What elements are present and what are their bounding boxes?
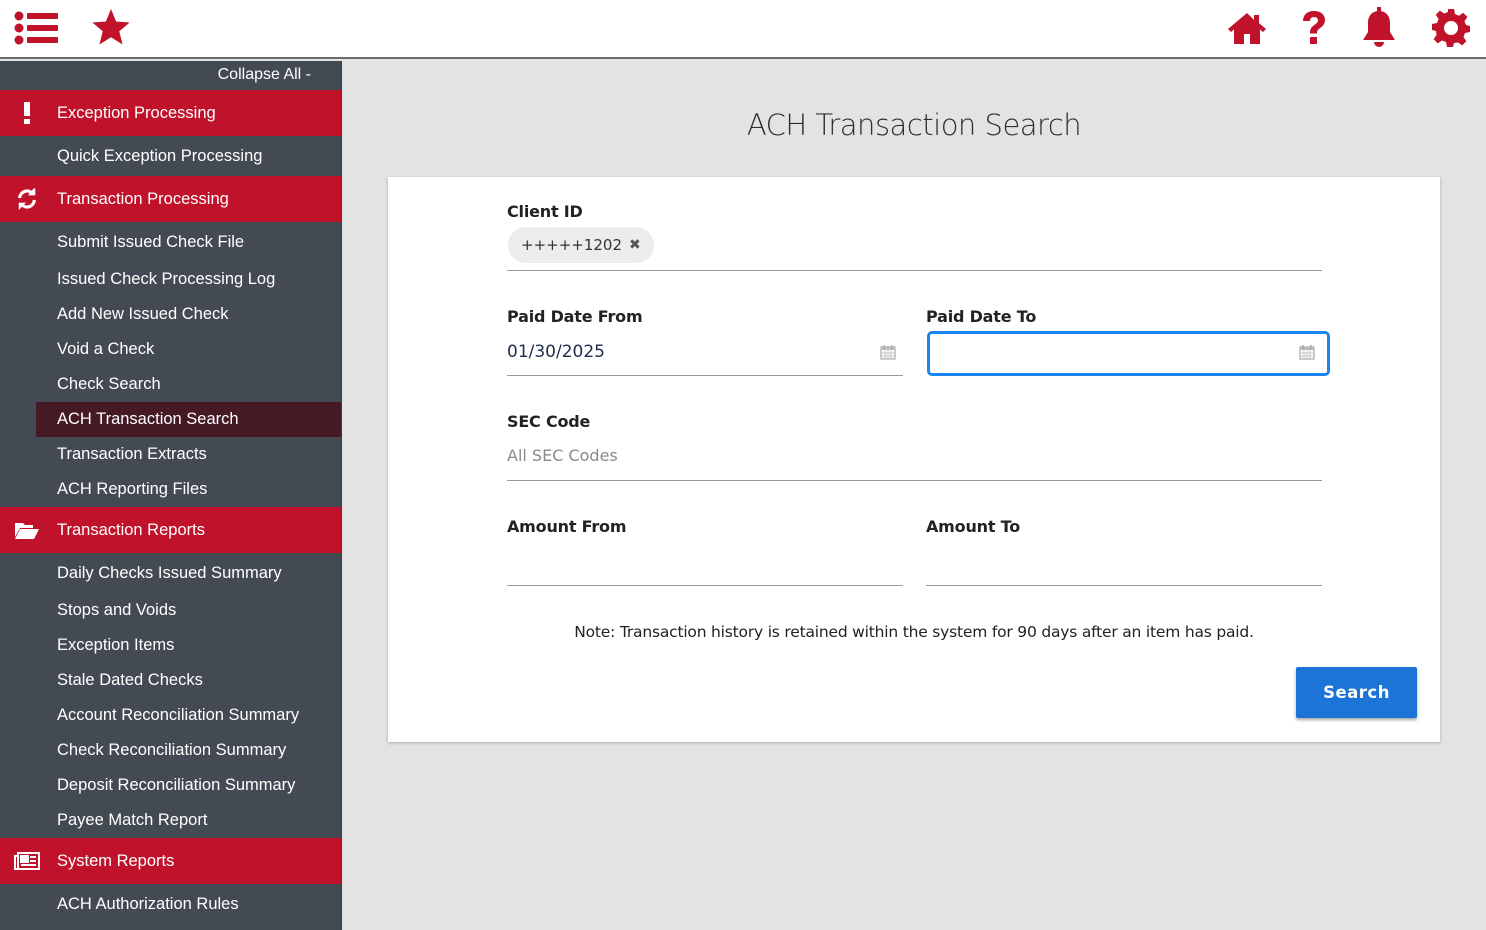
- client-id-chip-text: +++++1202: [521, 236, 623, 254]
- client-id-chip: +++++1202 ✖: [508, 227, 654, 263]
- paid-date-from-value: 01/30/2025: [507, 342, 605, 362]
- exclamation-icon: [14, 101, 40, 125]
- sidebar-item-add-new-issued-check[interactable]: Add New Issued Check: [0, 297, 341, 332]
- sidebar-item-payee-match-report[interactable]: Payee Match Report: [0, 803, 341, 838]
- sidebar-item-transaction-extracts[interactable]: Transaction Extracts: [0, 437, 341, 472]
- sidebar-section-label: Transaction Reports: [57, 520, 205, 539]
- sidebar-item-issued-check-processing-log[interactable]: Issued Check Processing Log: [0, 262, 341, 297]
- sidebar-item-daily-checks-issued-summary[interactable]: Daily Checks Issued Summary: [0, 553, 341, 593]
- sidebar-item-exception-items[interactable]: Exception Items: [0, 628, 341, 663]
- newspaper-icon: [14, 849, 40, 873]
- paid-date-to-input[interactable]: [927, 331, 1330, 376]
- sidebar-item-ach-transaction-search[interactable]: ACH Transaction Search: [36, 402, 341, 437]
- sidebar-section-label: Exception Processing: [57, 103, 216, 122]
- paid-date-from-label: Paid Date From: [507, 307, 643, 326]
- sidebar-item-check-search[interactable]: Check Search: [0, 367, 341, 402]
- retention-note: Note: Transaction history is retained wi…: [574, 623, 1254, 641]
- menu-list-icon[interactable]: [14, 8, 58, 48]
- sidebar-section-transaction-reports[interactable]: Transaction Reports: [0, 507, 341, 553]
- amount-from-input[interactable]: [507, 542, 903, 586]
- amount-to-label: Amount To: [926, 517, 1021, 536]
- page-title: ACH Transaction Search: [746, 108, 1082, 142]
- sidebar-item-check-reconciliation-summary[interactable]: Check Reconciliation Summary: [0, 733, 341, 768]
- sidebar-section-label: System Reports: [57, 851, 175, 870]
- sec-code-placeholder: All SEC Codes: [507, 446, 618, 465]
- star-icon[interactable]: [89, 8, 133, 48]
- sidebar-item-account-reconciliation-summary[interactable]: Account Reconciliation Summary: [0, 698, 341, 733]
- sidebar: Collapse All - Exception Processing Quic…: [0, 61, 342, 930]
- client-id-label: Client ID: [507, 202, 583, 221]
- sidebar-section-system-reports[interactable]: System Reports: [0, 838, 341, 884]
- search-button[interactable]: Search: [1296, 667, 1417, 718]
- calendar-icon[interactable]: [880, 344, 896, 360]
- gear-icon[interactable]: [1429, 8, 1473, 48]
- sidebar-item-ach-reporting-files[interactable]: ACH Reporting Files: [0, 472, 341, 507]
- folder-open-icon: [14, 518, 40, 542]
- sidebar-item-stale-dated-checks[interactable]: Stale Dated Checks: [0, 663, 341, 698]
- sidebar-item-ach-authorization-rules[interactable]: ACH Authorization Rules: [0, 884, 341, 924]
- sec-code-label: SEC Code: [507, 412, 591, 431]
- bell-icon[interactable]: [1357, 7, 1401, 48]
- sidebar-item-deposit-reconciliation-summary[interactable]: Deposit Reconciliation Summary: [0, 768, 341, 803]
- help-icon[interactable]: [1292, 8, 1336, 48]
- refresh-icon: [14, 187, 40, 211]
- amount-from-label: Amount From: [507, 517, 627, 536]
- sec-code-select[interactable]: [507, 437, 1322, 481]
- calendar-icon[interactable]: [1299, 344, 1315, 360]
- sidebar-item-submit-issued-check-file[interactable]: Submit Issued Check File: [0, 222, 341, 262]
- collapse-all-link[interactable]: Collapse All -: [0, 61, 341, 90]
- top-bar: [0, 0, 1486, 59]
- home-icon[interactable]: [1225, 8, 1269, 48]
- sidebar-section-transaction-processing[interactable]: Transaction Processing: [0, 176, 341, 222]
- sidebar-item-void-a-check[interactable]: Void a Check: [0, 332, 341, 367]
- search-form-card: Client ID +++++1202 ✖ Paid Date From 01/…: [388, 177, 1440, 742]
- amount-to-input[interactable]: [926, 542, 1322, 586]
- sidebar-section-exception-processing[interactable]: Exception Processing: [0, 90, 341, 136]
- sidebar-section-label: Transaction Processing: [57, 189, 229, 208]
- sidebar-item-quick-exception-processing[interactable]: Quick Exception Processing: [0, 136, 341, 176]
- paid-date-to-label: Paid Date To: [926, 307, 1037, 326]
- chip-remove-icon[interactable]: ✖: [629, 237, 641, 253]
- sidebar-item-stops-and-voids[interactable]: Stops and Voids: [0, 593, 341, 628]
